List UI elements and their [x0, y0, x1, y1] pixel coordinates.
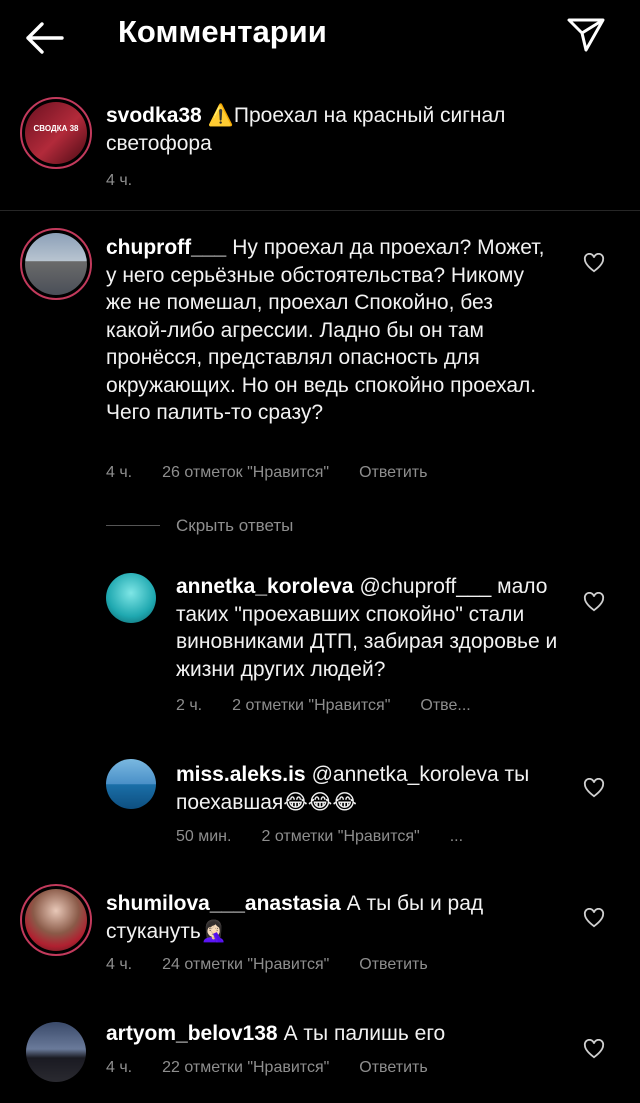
avatar[interactable] — [106, 573, 156, 623]
comment-username[interactable]: chuproff___ — [106, 236, 226, 259]
comment-body: Ну проехал да проехал? Может, у него сер… — [106, 236, 545, 424]
avatar[interactable] — [26, 1022, 86, 1082]
heart-icon[interactable] — [583, 1039, 605, 1059]
reply-likes[interactable]: 2 отметки "Нравится" — [232, 697, 390, 714]
comment-likes[interactable]: 22 отметки "Нравится" — [162, 1059, 329, 1076]
avatar[interactable] — [106, 759, 156, 809]
reply-time: 2 ч. — [176, 697, 203, 714]
heart-icon[interactable] — [583, 592, 605, 612]
comment-likes[interactable]: 24 отметки "Нравится" — [162, 956, 329, 973]
comment-meta: 4 ч. 22 отметки "Нравится" Ответить — [106, 1059, 458, 1077]
more-options-button[interactable]: ... — [450, 828, 463, 845]
header-bar: Комментарии — [0, 0, 640, 80]
comment-text: shumilova___anastasia А ты бы и рад стука… — [106, 890, 546, 945]
caption-text: svodka38 ⚠️Проехал на красный сигнал свет… — [106, 102, 586, 157]
reply-username[interactable]: miss.aleks.is — [176, 763, 306, 786]
caption-timestamp: 4 ч. — [106, 172, 133, 189]
reply-button[interactable]: Ответить — [359, 956, 427, 973]
back-arrow-icon[interactable] — [22, 18, 66, 58]
hide-replies-line — [106, 525, 160, 526]
comment-username[interactable]: artyom_belov138 — [106, 1022, 278, 1045]
comment-text: chuproff___ Ну проехал да проехал? Может,… — [106, 234, 546, 427]
avatar-logo-text: СВОДКА 38 — [33, 124, 79, 133]
heart-icon[interactable] — [583, 908, 605, 928]
avatar[interactable] — [20, 228, 92, 300]
reply-text: annetka_koroleva @chuproff___ мало таких … — [176, 573, 576, 683]
hide-replies-button[interactable]: Скрыть ответы — [176, 516, 293, 536]
page-title: Комментарии — [118, 14, 327, 49]
comment-body: А ты палишь его — [283, 1022, 446, 1045]
avatar[interactable]: СВОДКА 38 — [20, 97, 92, 169]
comment-time: 4 ч. — [106, 1059, 133, 1076]
avatar[interactable] — [20, 884, 92, 956]
comment-meta: 4 ч. 24 отметки "Нравится" Ответить — [106, 956, 458, 974]
caption-username[interactable]: svodka38 — [106, 104, 202, 127]
comment-likes[interactable]: 26 отметок "Нравится" — [162, 464, 329, 481]
reply-button[interactable]: Ответить — [359, 1059, 427, 1076]
reply-button[interactable]: Ответить — [359, 464, 427, 481]
heart-icon[interactable] — [583, 778, 605, 798]
comment-time: 4 ч. — [106, 464, 133, 481]
warning-icon: ⚠️ — [207, 104, 234, 127]
caption-time: 4 ч. — [106, 172, 162, 190]
reply-meta: 50 мин. 2 отметки "Нравится"... — [176, 828, 493, 846]
heart-icon[interactable] — [583, 253, 605, 273]
reply-username[interactable]: annetka_koroleva — [176, 575, 353, 598]
reply-likes[interactable]: 2 отметки "Нравится" — [261, 828, 419, 845]
send-direct-icon[interactable] — [566, 14, 606, 54]
comment-time: 4 ч. — [106, 956, 133, 973]
comment-username[interactable]: shumilova___anastasia — [106, 892, 341, 915]
reply-meta: 2 ч. 2 отметки "Нравится" Отве... — [176, 697, 501, 715]
divider — [0, 210, 640, 211]
reply-time: 50 мин. — [176, 828, 232, 845]
comment-meta: 4 ч. 26 отметок "Нравится" Ответить — [106, 464, 457, 482]
reply-button[interactable]: Отве... — [420, 697, 470, 714]
comment-text: artyom_belov138 А ты палишь его — [106, 1020, 546, 1048]
reply-text: miss.aleks.is @annetka_koroleva ты поехав… — [176, 761, 576, 816]
